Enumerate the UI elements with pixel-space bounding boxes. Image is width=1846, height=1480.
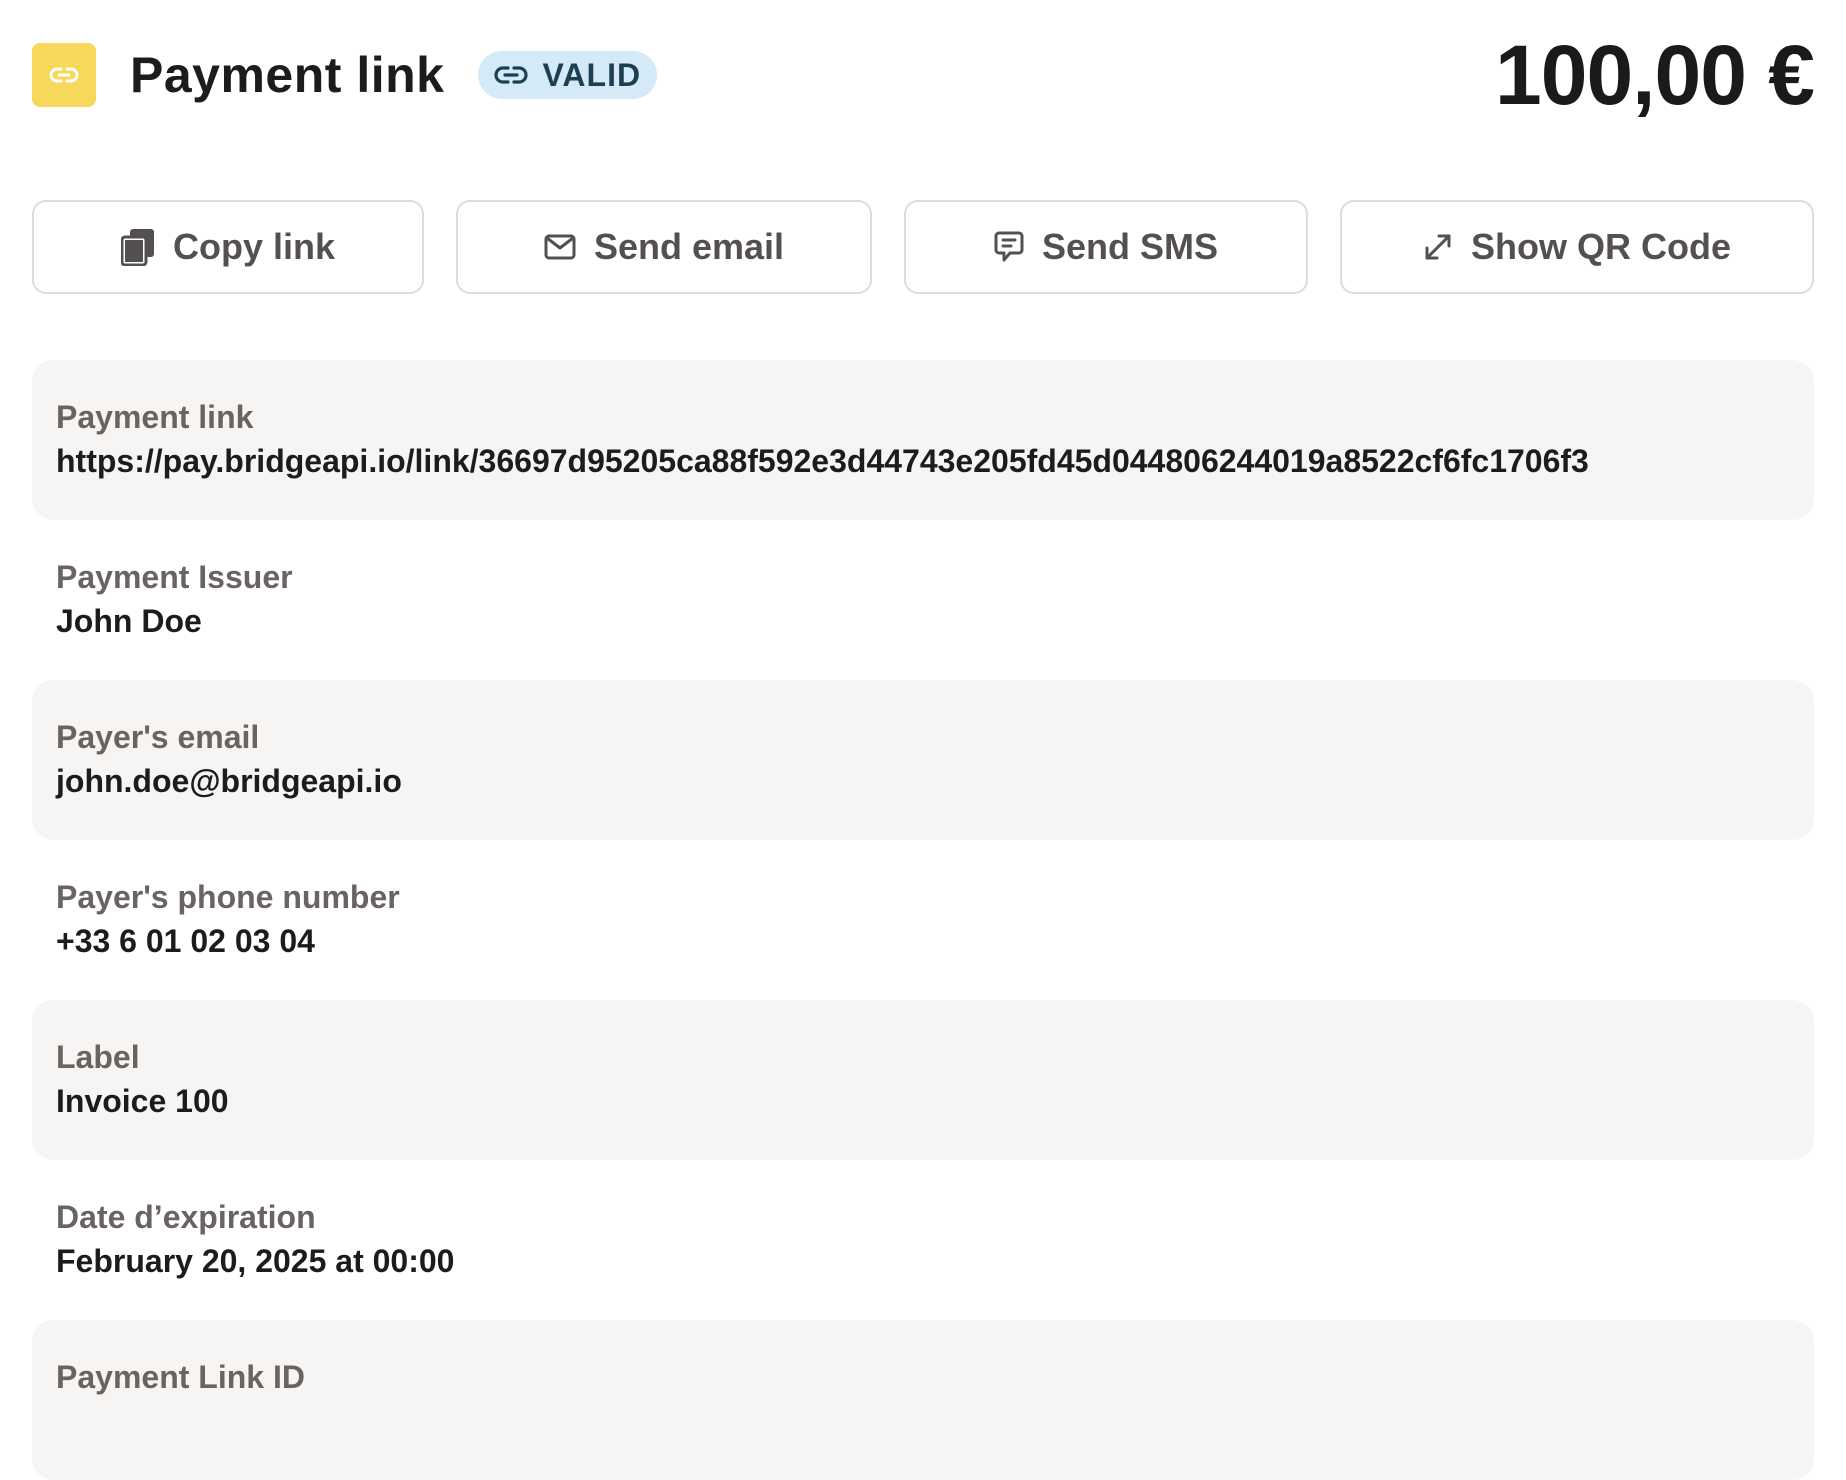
copy-link-button[interactable]: Copy link [32,200,424,294]
detail-label: Label [56,1039,140,1075]
send-email-label: Send email [593,226,785,267]
copy-link-label: Copy link [172,226,336,267]
link-logo-icon [32,43,96,107]
status-badge: VALID [478,51,658,99]
detail-row-expiration-date: Date d’expiration February 20, 2025 at 0… [32,1160,1814,1320]
detail-row-payer-email: Payer's email john.doe@bridgeapi.io [32,680,1814,840]
amount: 100,00 € [1495,27,1815,122]
show-qr-code-label: Show QR Code [1471,226,1731,267]
detail-value: John Doe [56,603,202,639]
detail-label: Payment Issuer [56,559,293,595]
show-qr-code-button[interactable]: Show QR Code [1340,200,1814,294]
detail-row-payment-link-id: Payment Link ID [32,1320,1814,1480]
action-bar: Copy link Send email Send SMS Show QR Co… [32,200,1814,296]
send-sms-button[interactable]: Send SMS [904,200,1308,294]
chat-icon [994,231,1024,262]
link-icon [494,66,529,84]
expand-icon [1425,234,1451,260]
header: Payment link VALID 100,00 € [32,28,1815,122]
payment-link-url[interactable]: https://pay.bridgeapi.io/link/36697d9520… [56,438,1790,484]
detail-label: Payer's phone number [56,879,400,915]
detail-row-payment-issuer: Payment Issuer John Doe [32,520,1814,680]
detail-label: Payment Link ID [56,1359,305,1395]
detail-label: Payment link [56,399,254,435]
detail-row-payer-phone: Payer's phone number +33 6 01 02 03 04 [32,840,1814,1000]
detail-value: john.doe@bridgeapi.io [56,763,402,799]
send-email-button[interactable]: Send email [456,200,872,294]
details-list: Payment link https://pay.bridgeapi.io/li… [32,360,1814,1480]
mail-icon [544,234,576,260]
page-title: Payment link [130,47,445,103]
detail-row-label: Label Invoice 100 [32,1000,1814,1160]
detail-value: February 20, 2025 at 00:00 [56,1243,455,1279]
detail-label: Payer's email [56,719,260,755]
copy-icon [120,229,154,266]
detail-value: Invoice 100 [56,1083,229,1119]
status-badge-label: VALID [542,56,642,93]
detail-value: +33 6 01 02 03 04 [56,923,315,959]
detail-label: Date d’expiration [56,1199,316,1235]
send-sms-label: Send SMS [1041,226,1219,267]
detail-row-payment-link: Payment link https://pay.bridgeapi.io/li… [32,360,1814,520]
